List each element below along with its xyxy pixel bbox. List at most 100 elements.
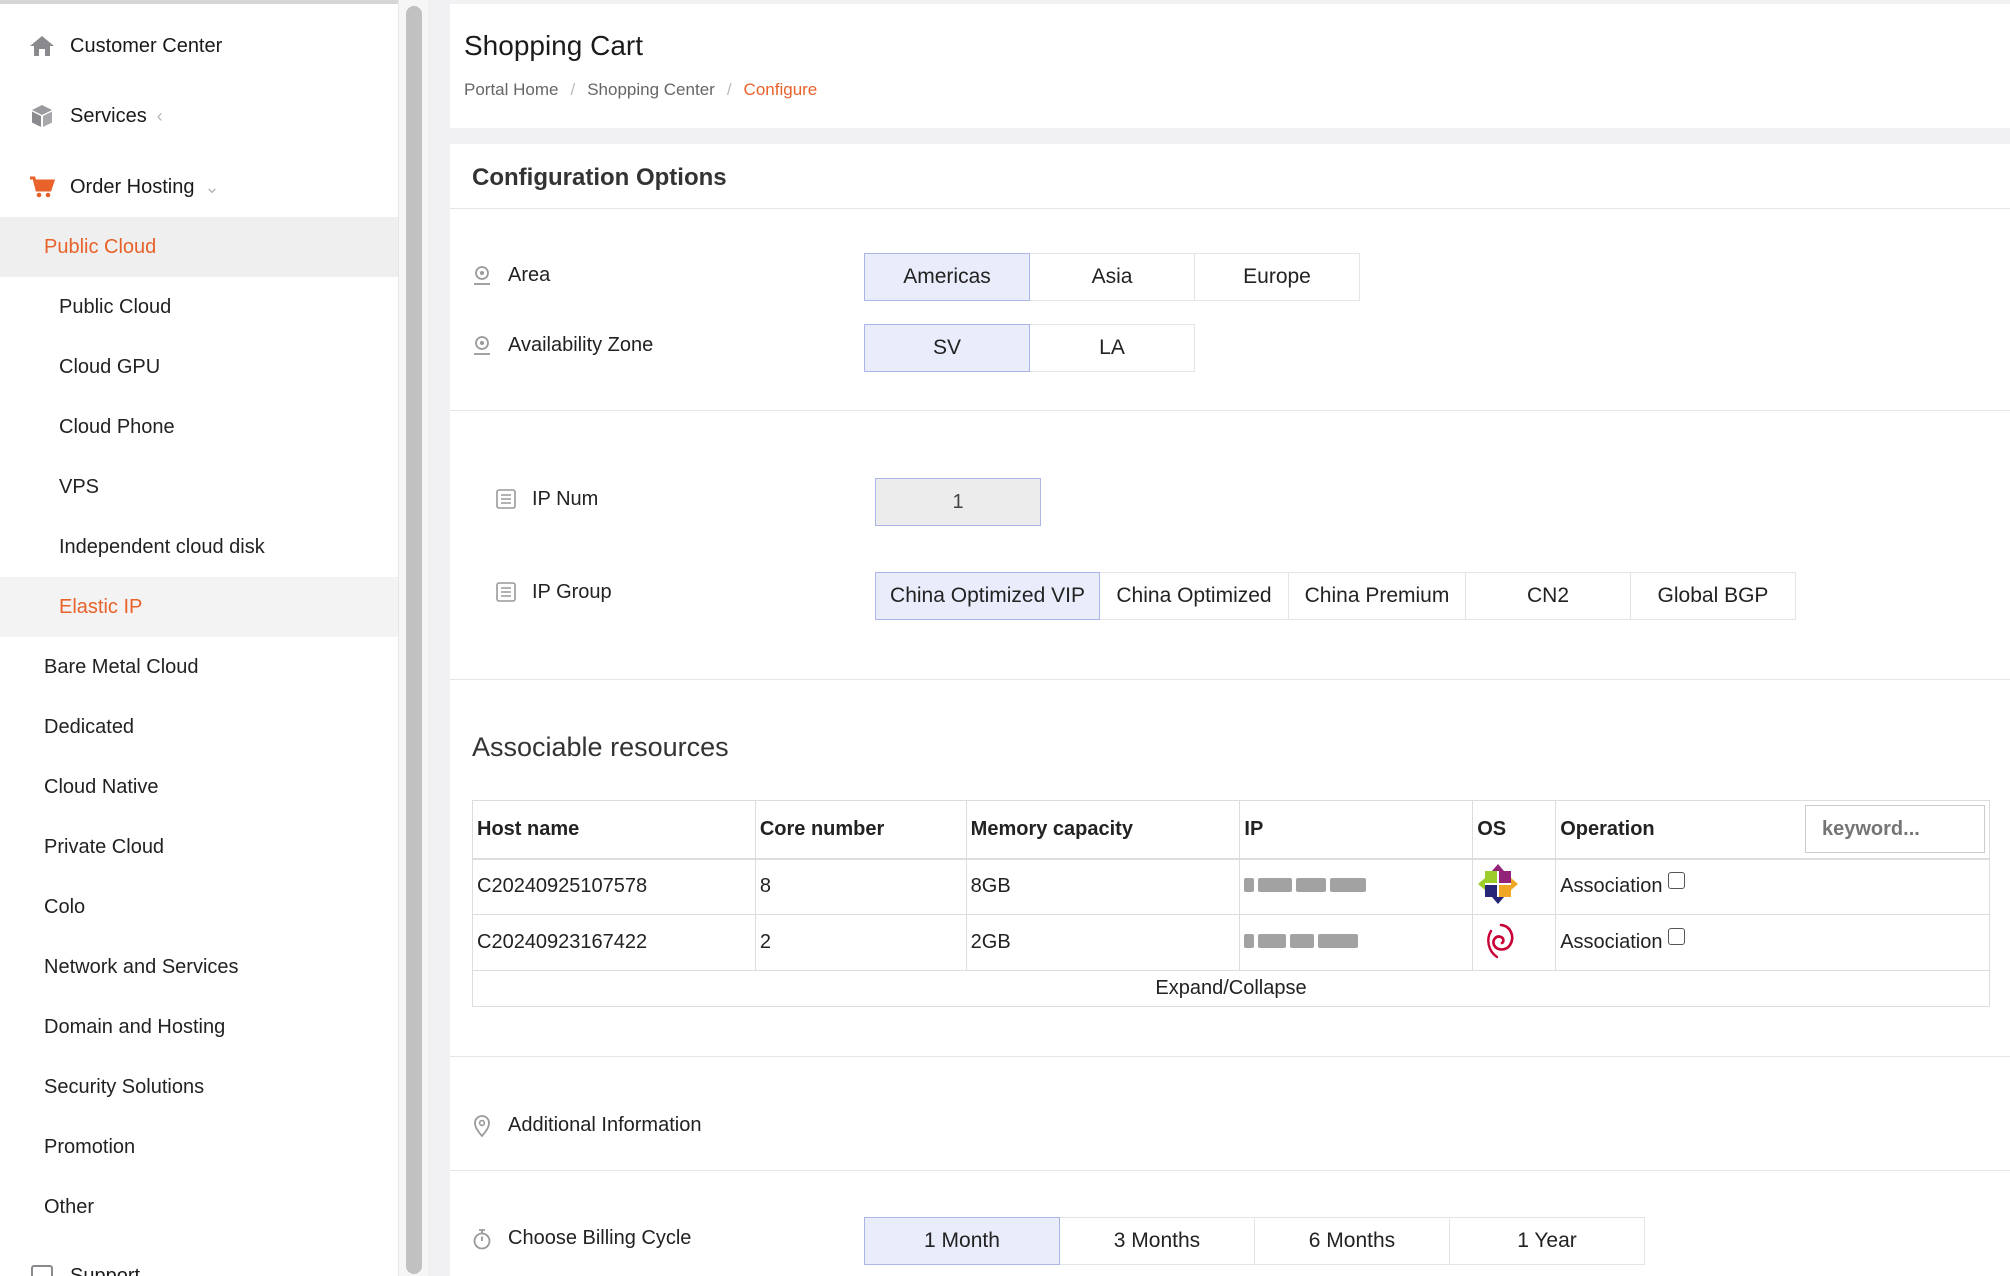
sidebar-item-public-cloud[interactable]: Public Cloud [0, 277, 398, 337]
centos-icon [1477, 863, 1519, 910]
sidebar-item-vps[interactable]: VPS [0, 457, 398, 517]
expand-collapse-toggle[interactable]: Expand/Collapse [472, 970, 1990, 1007]
additional-info-label: Additional Information [472, 1114, 701, 1137]
divider [450, 1170, 2010, 1171]
billing-cycle-label: Choose Billing Cycle [472, 1227, 691, 1250]
nav-order-hosting[interactable]: Order Hosting ⌄ [28, 173, 220, 201]
sidebar-scrollbar-thumb[interactable] [406, 6, 422, 1274]
location-icon [472, 335, 494, 357]
ip-group-label: IP Group [496, 581, 612, 604]
ip-group-option-china-premium[interactable]: China Premium [1288, 572, 1466, 620]
billing-option-3-months[interactable]: 3 Months [1059, 1217, 1255, 1265]
sidebar-item-bare-metal[interactable]: Bare Metal Cloud [0, 637, 398, 697]
col-core-number: Core number [754, 800, 967, 860]
cell-memory: 2GB [965, 914, 1241, 971]
ip-num-label-text: IP Num [532, 488, 599, 510]
configuration-title: Configuration Options [472, 164, 727, 191]
sidebar-item-label: Bare Metal Cloud [44, 655, 199, 678]
sidebar-item-label: Independent cloud disk [59, 535, 265, 558]
cell-core-number: 2 [754, 914, 967, 971]
cell-os [1472, 914, 1557, 971]
sidebar-item-label: Promotion [44, 1135, 136, 1158]
nav-customer-center[interactable]: Customer Center [28, 32, 222, 60]
cell-ip [1239, 858, 1474, 915]
sidebar-item-private-cloud[interactable]: Private Cloud [0, 817, 398, 877]
table-row: C20240923167422 2 2GB Association [472, 914, 1990, 971]
ip-num-input[interactable]: 1 [875, 478, 1041, 526]
sidebar-item-cloud-gpu[interactable]: Cloud GPU [0, 337, 398, 397]
table-row: C20240925107578 8 8GB Association [472, 858, 1990, 915]
ip-group-label-text: IP Group [532, 581, 612, 603]
chevron-left-icon: ‹ [156, 105, 163, 126]
area-option-americas[interactable]: Americas [864, 253, 1030, 301]
sidebar-item-label: Cloud Native [44, 775, 159, 798]
support-icon [28, 1262, 56, 1276]
sidebar-item-other[interactable]: Other [0, 1177, 398, 1237]
association-checkbox[interactable] [1668, 928, 1686, 945]
ip-group-option-cn2[interactable]: CN2 [1465, 572, 1631, 620]
area-option-europe[interactable]: Europe [1194, 253, 1360, 301]
sidebar-item-label: Cloud GPU [59, 355, 161, 378]
sidebar-item-colo[interactable]: Colo [0, 877, 398, 937]
breadcrumb-portal-home[interactable]: Portal Home [464, 80, 558, 100]
col-operation: Operation [1555, 800, 1990, 860]
sidebar-item-cloud-disk[interactable]: Independent cloud disk [0, 517, 398, 577]
sidebar-item-cloud-native[interactable]: Cloud Native [0, 757, 398, 817]
ip-group-options: China Optimized VIP China Optimized Chin… [875, 572, 1796, 620]
zone-label-text: Availability Zone [508, 334, 654, 356]
home-icon [28, 32, 56, 60]
billing-option-1-month[interactable]: 1 Month [864, 1217, 1060, 1265]
sidebar-item-network[interactable]: Network and Services [0, 937, 398, 997]
map-pin-icon [472, 1114, 494, 1137]
chevron-down-icon: ⌄ [204, 176, 220, 197]
zone-options: SV LA [864, 324, 1195, 372]
cell-ip [1239, 914, 1474, 971]
area-option-asia[interactable]: Asia [1029, 253, 1195, 301]
sidebar-item-label: Cloud Phone [59, 415, 175, 438]
nav-services[interactable]: Services ‹ [28, 102, 163, 130]
ip-num-label: IP Num [496, 488, 598, 511]
billing-option-6-months[interactable]: 6 Months [1254, 1217, 1450, 1265]
sidebar-item-dedicated[interactable]: Dedicated [0, 697, 398, 757]
sidebar-item-elastic-ip[interactable]: Elastic IP [0, 577, 398, 637]
location-icon [472, 265, 494, 287]
ip-group-option-global-bgp[interactable]: Global BGP [1630, 572, 1796, 620]
sidebar-item-security[interactable]: Security Solutions [0, 1057, 398, 1117]
sidebar-item-public-cloud-group[interactable]: Public Cloud [0, 217, 398, 277]
cart-icon [28, 173, 56, 201]
billing-option-1-year[interactable]: 1 Year [1449, 1217, 1645, 1265]
sidebar-item-label: Domain and Hosting [44, 1015, 226, 1038]
keyword-search-input[interactable] [1805, 805, 1985, 854]
sidebar-item-cloud-phone[interactable]: Cloud Phone [0, 397, 398, 457]
redacted-ip [1244, 878, 1367, 893]
billing-cycle-options: 1 Month 3 Months 6 Months 1 Year [864, 1217, 1645, 1265]
cell-memory: 8GB [965, 858, 1241, 915]
cell-host-name: C20240923167422 [472, 914, 756, 971]
area-label-text: Area [508, 264, 551, 286]
sidebar-item-label: Private Cloud [44, 835, 165, 858]
zone-label: Availability Zone [472, 334, 653, 357]
nav-support-label: Support [70, 1264, 141, 1276]
sidebar-item-domain[interactable]: Domain and Hosting [0, 997, 398, 1057]
sidebar-item-label: Public Cloud [59, 295, 172, 318]
breadcrumb-separator: / [726, 80, 732, 99]
zone-option-sv[interactable]: SV [864, 324, 1030, 372]
association-label: Association [1560, 875, 1663, 898]
zone-option-la[interactable]: LA [1029, 324, 1195, 372]
cell-operation: Association [1555, 914, 1990, 971]
association-label: Association [1560, 931, 1663, 953]
list-icon [496, 488, 518, 511]
breadcrumb-shopping-center[interactable]: Shopping Center [587, 80, 715, 100]
page-header: Shopping Cart Portal Home / Shopping Cen… [450, 4, 2010, 128]
ip-group-option-china-optimized[interactable]: China Optimized [1099, 572, 1289, 620]
divider [450, 208, 2010, 209]
area-label: Area [472, 264, 550, 287]
association-checkbox[interactable] [1668, 872, 1686, 890]
sidebar-item-promotion[interactable]: Promotion [0, 1117, 398, 1177]
col-os: OS [1472, 800, 1557, 860]
nav-support[interactable]: Support [28, 1262, 140, 1276]
redacted-ip [1244, 934, 1359, 948]
breadcrumb: Portal Home / Shopping Center / Configur… [464, 80, 817, 100]
nav-customer-center-label: Customer Center [70, 34, 223, 57]
ip-group-option-china-optimized-vip[interactable]: China Optimized VIP [875, 572, 1100, 620]
